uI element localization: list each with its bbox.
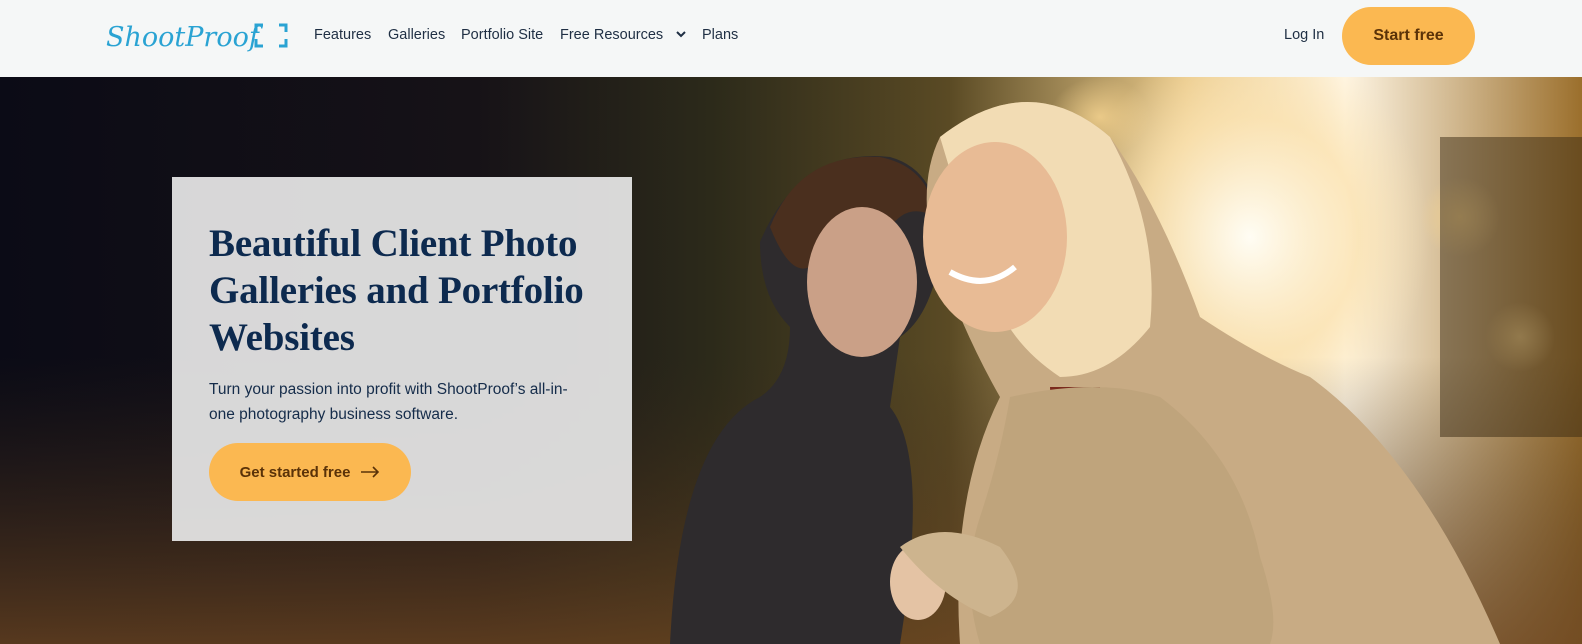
hero-section: Beautiful Client Photo Galleries and Por… bbox=[0, 77, 1582, 644]
nav-plans[interactable]: Plans bbox=[702, 26, 738, 44]
start-free-button[interactable]: Start free bbox=[1342, 7, 1475, 65]
hero-title: Beautiful Client Photo Galleries and Por… bbox=[209, 222, 584, 359]
hero-card: Beautiful Client Photo Galleries and Por… bbox=[172, 177, 632, 541]
get-started-free-label: Get started free bbox=[239, 463, 351, 481]
shootproof-logo[interactable]: ShootProof bbox=[106, 16, 288, 62]
nav-portfolio-site[interactable]: Portfolio Site bbox=[461, 26, 543, 44]
nav-free-resources[interactable]: Free Resources bbox=[560, 26, 687, 44]
site-header: ShootProof Features Galleries Portfolio … bbox=[0, 0, 1582, 77]
svg-text:ShootProof: ShootProof bbox=[106, 22, 263, 53]
get-started-free-button[interactable]: Get started free bbox=[209, 443, 411, 501]
login-link[interactable]: Log In bbox=[1284, 26, 1324, 44]
nav-free-resources-label: Free Resources bbox=[560, 27, 664, 43]
nav-galleries[interactable]: Galleries bbox=[388, 26, 445, 44]
frame-icon bbox=[254, 23, 288, 48]
hero-subtitle: Turn your passion into profit with Shoot… bbox=[209, 381, 568, 423]
chevron-down-icon bbox=[676, 31, 686, 38]
arrow-right-icon bbox=[361, 466, 380, 478]
nav-features[interactable]: Features bbox=[314, 26, 371, 44]
